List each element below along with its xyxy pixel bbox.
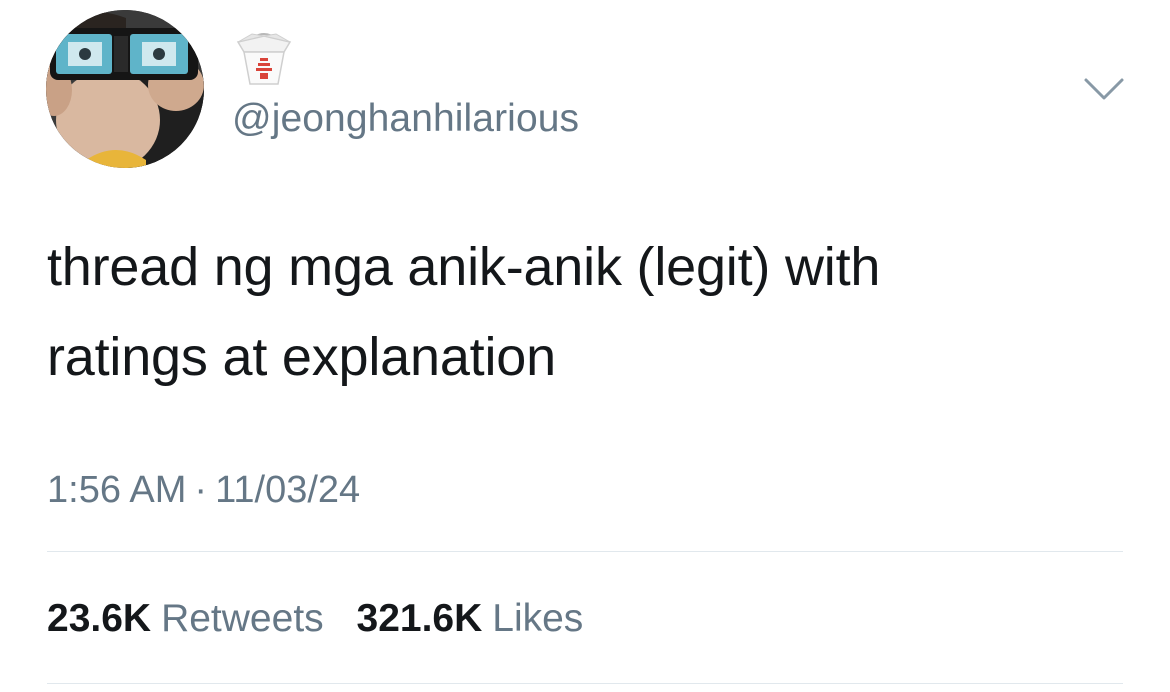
likes-stat[interactable]: 321.6K Likes bbox=[357, 594, 584, 644]
tweet-date: 11/03/24 bbox=[215, 469, 361, 511]
tweet-timestamp[interactable]: 1:56 AM · 11/03/24 bbox=[47, 465, 360, 515]
tweet-text-line: thread ng mga anik-anik (legit) with bbox=[47, 237, 881, 297]
retweets-count: 23.6K bbox=[47, 597, 152, 640]
retweets-label: Retweets bbox=[161, 597, 324, 640]
divider bbox=[47, 683, 1123, 684]
tweet-text-line: ratings at explanation bbox=[47, 327, 556, 387]
likes-count: 321.6K bbox=[356, 597, 483, 640]
chevron-down-icon bbox=[1084, 78, 1124, 100]
tweet-text: thread ng mga anik-anik (legit) with rat… bbox=[47, 222, 1127, 402]
user-handle[interactable]: @jeonghanhilarious bbox=[232, 96, 579, 142]
tweet-card: @jeonghanhilarious thread ng mga anik-an… bbox=[0, 0, 1170, 692]
takeout-box-icon bbox=[236, 33, 292, 85]
likes-label: Likes bbox=[492, 597, 584, 640]
tweet-time: 1:56 AM bbox=[47, 469, 187, 511]
divider bbox=[47, 551, 1123, 552]
timestamp-separator: · bbox=[194, 469, 208, 511]
profile-avatar[interactable] bbox=[46, 10, 204, 168]
retweets-stat[interactable]: 23.6K Retweets bbox=[47, 594, 324, 644]
tweet-menu-button[interactable] bbox=[1082, 74, 1126, 104]
tweet-stats: 23.6K Retweets 321.6K Likes bbox=[47, 594, 583, 644]
avatar-photo bbox=[46, 10, 204, 168]
takeout-box-emoji bbox=[232, 30, 296, 88]
